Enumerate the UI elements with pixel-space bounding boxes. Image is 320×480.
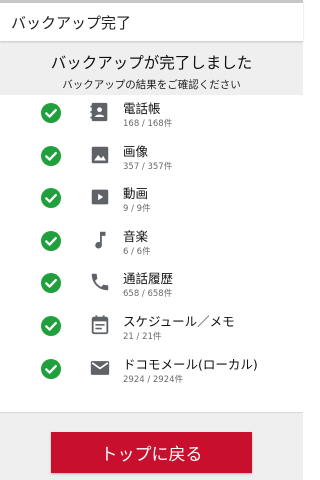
check-circle-icon bbox=[41, 188, 61, 209]
result-label: ドコモメール(ローカル) bbox=[123, 356, 258, 372]
result-item-contacts: 電話帳 168 / 168件 bbox=[0, 95, 303, 138]
result-count: 2924 / 2924件 bbox=[123, 374, 184, 385]
backup-result-list: 電話帳 168 / 168件 画像 357 / 357件 動画 9 / 9件 音… bbox=[0, 95, 303, 393]
result-item-schedule-memo: スケジュール／メモ 21 / 21件 bbox=[0, 308, 303, 351]
result-item-music: 音楽 6 / 6件 bbox=[0, 223, 303, 266]
result-count: 168 / 168件 bbox=[123, 119, 173, 129]
result-item-call-history: 通話履歴 658 / 658件 bbox=[0, 265, 303, 308]
video-icon bbox=[89, 186, 111, 208]
check-circle-icon bbox=[41, 103, 61, 123]
completion-banner: バックアップが完了しました バックアップの結果をご確認ください bbox=[0, 41, 303, 95]
result-label: 画像 bbox=[123, 143, 149, 159]
music-note-icon bbox=[89, 229, 111, 251]
result-count: 357 / 357件 bbox=[123, 161, 173, 172]
result-label: スケジュール／メモ bbox=[123, 313, 235, 329]
result-count: 21 / 21件 bbox=[123, 331, 162, 342]
result-item-images: 画像 357 / 357件 bbox=[0, 138, 303, 181]
result-label: 通話履歴 bbox=[123, 271, 174, 287]
app-header: バックアップ完了 bbox=[0, 0, 303, 41]
calendar-memo-icon bbox=[89, 314, 111, 336]
result-item-docomo-mail: ドコモメール(ローカル) 2924 / 2924件 bbox=[0, 351, 303, 394]
result-count: 658 / 658件 bbox=[123, 289, 173, 300]
result-count: 6 / 6件 bbox=[123, 246, 151, 257]
banner-subtitle: バックアップの結果をご確認ください bbox=[62, 79, 241, 91]
footer-bar: トップに戻る bbox=[0, 412, 303, 480]
result-label: 動画 bbox=[123, 186, 149, 202]
contacts-icon bbox=[89, 101, 111, 123]
result-label: 電話帳 bbox=[123, 101, 161, 116]
check-circle-icon bbox=[41, 358, 61, 379]
mail-icon bbox=[89, 357, 111, 379]
page-title: バックアップ完了 bbox=[11, 13, 132, 32]
check-circle-icon bbox=[41, 145, 61, 166]
back-to-top-button[interactable]: トップに戻る bbox=[51, 432, 252, 473]
banner-title: バックアップが完了しました bbox=[50, 54, 253, 72]
result-label: 音楽 bbox=[123, 228, 149, 244]
image-icon bbox=[89, 144, 111, 166]
check-circle-icon bbox=[41, 273, 61, 294]
check-circle-icon bbox=[41, 315, 61, 336]
check-circle-icon bbox=[41, 230, 61, 251]
phone-icon bbox=[89, 271, 111, 293]
result-count: 9 / 9件 bbox=[123, 204, 151, 215]
result-item-videos: 動画 9 / 9件 bbox=[0, 180, 303, 223]
